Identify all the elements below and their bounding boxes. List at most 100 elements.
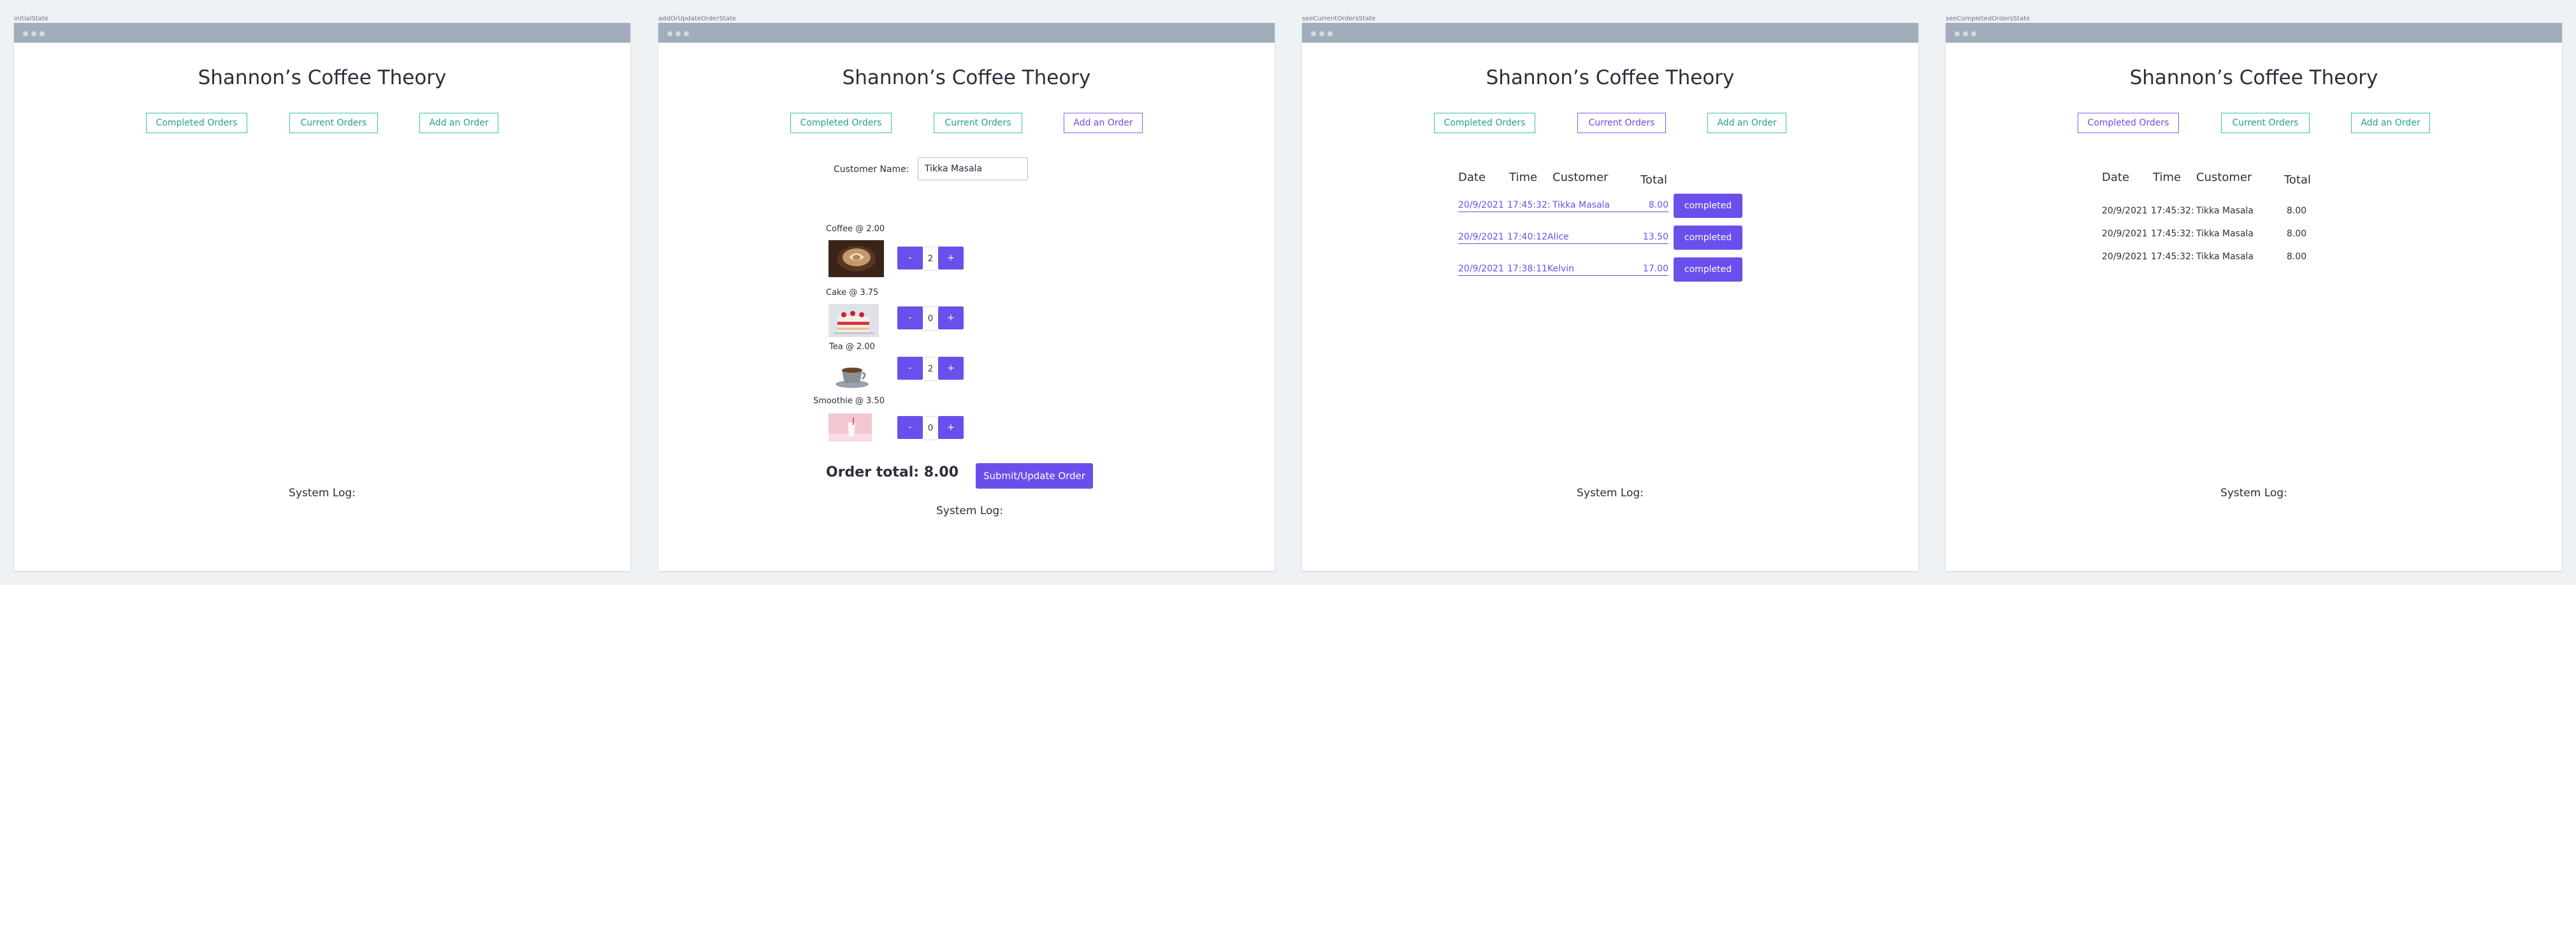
order-customer: Alice	[1547, 232, 1569, 242]
current-orders-button[interactable]: Current Orders	[934, 113, 1022, 133]
order-total: 13.50	[1642, 232, 1668, 242]
column-header-time: Time	[1509, 171, 1538, 184]
frame-label-current: seeCurrentOrdersState	[1302, 15, 1376, 22]
current-order-row[interactable]: 20/9/2021 17:38:11 Kelvin 17.00	[1458, 262, 1668, 276]
order-total: 8.00	[2287, 229, 2307, 239]
window-dot	[676, 31, 681, 36]
current-orders-button[interactable]: Current Orders	[1577, 113, 1666, 133]
order-time: 17:45:32:	[2151, 252, 2194, 262]
system-log-label: System Log:	[2220, 487, 2287, 499]
submit-update-order-button[interactable]: Submit/Update Order	[976, 463, 1093, 489]
column-header-total: Total	[2284, 173, 2312, 187]
order-date: 20/9/2021	[1458, 200, 1504, 210]
frame-completed-orders-state: Shannon’s Coffee Theory Completed Orders…	[1946, 23, 2562, 571]
window-dot	[1328, 31, 1333, 36]
cake-quantity: 0	[923, 306, 938, 331]
add-order-button[interactable]: Add an Order	[1707, 113, 1786, 133]
current-order-row[interactable]: 20/9/2021 17:40:12 Alice 13.50	[1458, 231, 1668, 244]
order-total: 8.00	[2287, 206, 2307, 216]
frame-add-update-state: Shannon’s Coffee Theory Completed Orders…	[658, 23, 1275, 571]
item-label-tea: Tea @ 2.00	[829, 342, 875, 352]
order-customer: Kelvin	[1547, 264, 1575, 274]
window-titlebar	[658, 23, 1275, 43]
add-order-button[interactable]: Add an Order	[1064, 113, 1143, 133]
window-dot	[1311, 31, 1316, 36]
customer-name-label: Customer Name:	[834, 164, 909, 175]
smoothie-quantity: 0	[923, 416, 938, 440]
complete-order-button[interactable]: completed	[1674, 194, 1742, 218]
coffee-increase-button[interactable]: +	[938, 247, 964, 269]
coffee-decrease-button[interactable]: -	[897, 247, 923, 269]
app-title: Shannon’s Coffee Theory	[198, 66, 447, 89]
design-canvas: initialState Shannon’s Coffee Theory Com…	[0, 0, 2576, 585]
tea-image	[830, 359, 875, 391]
order-time: 17:40:12	[1507, 232, 1547, 242]
coffee-image	[829, 240, 884, 277]
app-title: Shannon’s Coffee Theory	[1486, 66, 1735, 89]
frame-current-orders-state: Shannon’s Coffee Theory Completed Orders…	[1302, 23, 1918, 571]
window-dot	[23, 31, 28, 36]
order-date: 20/9/2021	[2102, 229, 2148, 239]
column-header-total: Total	[1640, 173, 1668, 187]
order-total: 17.00	[1642, 264, 1668, 274]
order-date: 20/9/2021	[2102, 252, 2148, 262]
frame-label-initial: initialState	[14, 15, 48, 22]
completed-order-row: 20/9/2021 17:45:32: Tikka Masala 8.00	[2102, 206, 2312, 219]
tea-increase-button[interactable]: +	[938, 357, 964, 380]
column-header-date: Date	[2102, 171, 2130, 184]
order-time: 17:45:32:	[2151, 206, 2194, 216]
column-header-customer: Customer	[1552, 171, 1609, 184]
completed-orders-button[interactable]: Completed Orders	[1434, 113, 1535, 133]
window-titlebar	[1946, 23, 2562, 43]
current-orders-button[interactable]: Current Orders	[2221, 113, 2310, 133]
frame-initial-state: Shannon’s Coffee Theory Completed Orders…	[14, 23, 630, 571]
completed-orders-button[interactable]: Completed Orders	[790, 113, 892, 133]
cake-increase-button[interactable]: +	[938, 306, 964, 329]
order-total: 8.00	[1648, 200, 1668, 210]
smoothie-decrease-button[interactable]: -	[897, 416, 923, 439]
order-total: Order total: 8.00	[826, 464, 959, 480]
window-dot	[1319, 31, 1324, 36]
order-date: 20/9/2021	[2102, 206, 2148, 216]
smoothie-increase-button[interactable]: +	[938, 416, 964, 439]
add-order-button[interactable]: Add an Order	[419, 113, 498, 133]
window-dot	[1971, 31, 1976, 36]
system-log-label: System Log:	[289, 487, 356, 499]
add-order-button[interactable]: Add an Order	[2351, 113, 2430, 133]
order-time: 17:45:32:	[1507, 200, 1551, 210]
customer-name-input[interactable]	[918, 157, 1028, 180]
frame-label-completed: seeCompletedOrdersState	[1946, 15, 2030, 22]
complete-order-button[interactable]: completed	[1674, 226, 1742, 250]
column-header-time: Time	[2153, 171, 2182, 184]
completed-orders-button[interactable]: Completed Orders	[2078, 113, 2179, 133]
item-label-coffee: Coffee @ 2.00	[826, 224, 885, 234]
completed-order-row: 20/9/2021 17:45:32: Tikka Masala 8.00	[2102, 229, 2312, 241]
order-customer: Tikka Masala	[1552, 200, 1610, 210]
current-order-row[interactable]: 20/9/2021 17:45:32: Tikka Masala 8.00	[1458, 199, 1668, 212]
window-titlebar	[14, 23, 630, 43]
column-header-date: Date	[1458, 171, 1486, 184]
smoothie-image	[829, 413, 872, 442]
order-time: 17:38:11	[1507, 264, 1547, 274]
frame-label-add-update: addOrUpdateOrderState	[658, 15, 736, 22]
cake-decrease-button[interactable]: -	[897, 306, 923, 329]
window-dot	[684, 31, 689, 36]
completed-order-row: 20/9/2021 17:45:32: Tikka Masala 8.00	[2102, 252, 2312, 264]
order-total: 8.00	[2287, 252, 2307, 262]
tea-decrease-button[interactable]: -	[897, 357, 923, 380]
tea-quantity: 2	[923, 357, 938, 381]
order-date: 20/9/2021	[1458, 264, 1504, 274]
cake-image	[829, 304, 879, 337]
order-customer: Tikka Masala	[2196, 206, 2254, 216]
window-dot	[1963, 31, 1968, 36]
current-orders-button[interactable]: Current Orders	[289, 113, 378, 133]
completed-orders-button[interactable]: Completed Orders	[146, 113, 247, 133]
item-label-smoothie: Smoothie @ 3.50	[813, 396, 885, 406]
order-customer: Tikka Masala	[2196, 229, 2254, 239]
coffee-quantity: 2	[923, 247, 938, 271]
window-dot	[31, 31, 36, 36]
window-dot	[1955, 31, 1960, 36]
complete-order-button[interactable]: completed	[1674, 257, 1742, 282]
item-label-cake: Cake @ 3.75	[826, 288, 879, 298]
window-dot	[40, 31, 45, 36]
